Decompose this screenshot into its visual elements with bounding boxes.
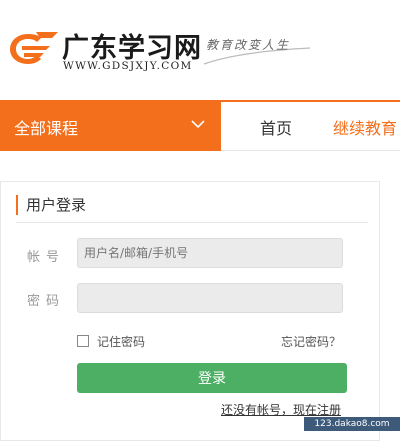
register-link[interactable]: 还没有帐号，现在注册 bbox=[221, 401, 341, 418]
main-nav: 全部课程 首页 继续教育 bbox=[0, 100, 400, 151]
remember-label: 记住密码 bbox=[97, 335, 146, 349]
site-header: 广东学习网 WWW.GDSJXJY.COM 教育改变人生 bbox=[0, 0, 400, 100]
site-url: WWW.GDSJXJY.COM bbox=[63, 60, 193, 72]
remember-password[interactable]: 记住密码 bbox=[77, 333, 145, 350]
divider bbox=[16, 222, 368, 223]
all-courses-dropdown[interactable]: 全部课程 bbox=[0, 100, 221, 151]
nav-item-continuing-education[interactable]: 继续教育 bbox=[333, 115, 397, 139]
password-input[interactable] bbox=[77, 283, 343, 313]
username-input[interactable] bbox=[77, 238, 343, 268]
watermark: 123.dakao8.com bbox=[304, 417, 400, 431]
slogan: 教育改变人生 bbox=[206, 38, 291, 52]
all-courses-label: 全部课程 bbox=[14, 119, 79, 138]
forgot-password-link[interactable]: 忘记密码？ bbox=[281, 333, 341, 350]
remember-checkbox[interactable] bbox=[77, 335, 89, 347]
login-title: 用户登录 bbox=[16, 195, 86, 215]
nav-item-home[interactable]: 首页 bbox=[260, 115, 292, 139]
chevron-down-icon bbox=[191, 120, 205, 129]
password-label: 密码 bbox=[27, 294, 66, 309]
login-panel: 用户登录 帐号 密码 记住密码 忘记密码？ 登录 还没有帐号，现在注册 bbox=[0, 181, 380, 441]
login-button[interactable]: 登录 bbox=[77, 363, 347, 393]
site-logo-icon bbox=[10, 32, 58, 64]
username-label: 帐号 bbox=[27, 250, 66, 265]
